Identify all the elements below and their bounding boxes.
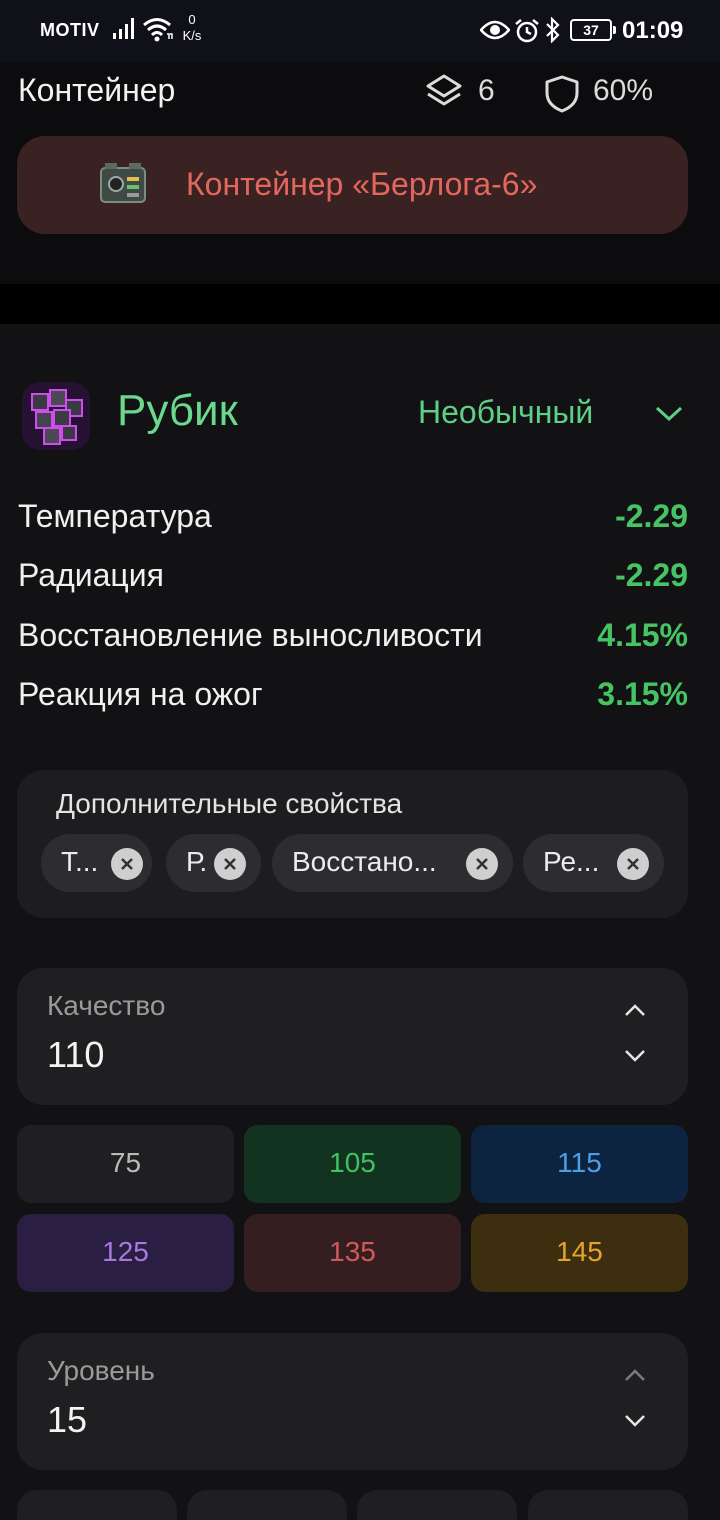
stat-value: 3.15% — [597, 676, 688, 712]
preset-label: 115 — [557, 1147, 602, 1178]
preset-label: 135 — [329, 1236, 376, 1267]
chip-label: Восстано... — [292, 846, 437, 877]
stat-name: Реакция на ожог — [18, 676, 263, 712]
stat-name: Радиация — [18, 557, 164, 593]
carrier-name: MOTIV — [40, 20, 100, 40]
close-icon[interactable] — [214, 848, 246, 880]
stat-row-burn-reaction: Реакция на ожог 3.15% — [18, 676, 688, 720]
preset-label: 125 — [102, 1236, 149, 1267]
stat-value: -2.29 — [615, 557, 688, 593]
stat-value: 4.15% — [597, 617, 688, 653]
section-divider — [0, 284, 720, 324]
quality-preset-button[interactable]: 75 — [17, 1125, 234, 1203]
container-name: Контейнер «Берлога-6» — [186, 166, 538, 202]
close-icon[interactable] — [111, 848, 143, 880]
page-title: Контейнер — [18, 72, 176, 108]
level-preset-button[interactable] — [357, 1490, 517, 1520]
property-chip[interactable]: Т... — [41, 834, 152, 892]
eye-icon — [479, 20, 511, 45]
level-preset-button[interactable] — [187, 1490, 347, 1520]
level-stepper[interactable]: Уровень 15 — [17, 1333, 688, 1470]
stat-name: Восстановление выносливости — [18, 617, 483, 653]
level-value[interactable]: 15 — [47, 1399, 87, 1441]
stat-row-stamina-regen: Восстановление выносливости 4.15% — [18, 617, 688, 661]
artifact-name: Рубик — [117, 386, 238, 435]
stat-row-radiation: Радиация -2.29 — [18, 557, 688, 601]
container-header: Контейнер 6 60% Контейнер «Берлога-6» — [0, 62, 720, 284]
net-speed-unit: K/s — [182, 28, 202, 43]
property-chip[interactable]: Р. — [166, 834, 261, 892]
status-bar: MOTIV 0 K/s 37 01:09 — [0, 0, 720, 62]
alarm-icon — [514, 18, 540, 49]
artifact-panel: Рубик Необычный Температура -2.29 Радиац… — [0, 324, 720, 1520]
chevron-down-icon[interactable] — [623, 1413, 647, 1434]
stat-row-temperature: Температура -2.29 — [18, 498, 688, 542]
container-thumbnail — [97, 160, 149, 213]
chevron-down-icon[interactable] — [654, 404, 684, 429]
level-preset-button[interactable] — [528, 1490, 688, 1520]
slots-count: 6 — [478, 74, 495, 107]
quality-preset-button[interactable]: 105 — [244, 1125, 461, 1203]
quality-value[interactable]: 110 — [47, 1034, 104, 1076]
rarity-dropdown[interactable]: Необычный — [418, 394, 593, 431]
battery-level: 37 — [583, 22, 599, 38]
container-selector[interactable]: Контейнер «Берлога-6» — [17, 136, 688, 234]
layers-icon — [424, 72, 464, 117]
signal-icon — [112, 16, 138, 45]
quality-preset-button[interactable]: 115 — [471, 1125, 688, 1203]
protection-value: 60% — [593, 74, 654, 107]
stat-name: Температура — [18, 498, 212, 534]
extra-properties-label: Дополнительные свойства — [56, 788, 403, 819]
preset-label: 75 — [109, 1147, 142, 1178]
level-label: Уровень — [47, 1355, 155, 1386]
quality-stepper[interactable]: Качество 110 — [17, 968, 688, 1105]
rubik-artifact-icon — [20, 380, 92, 457]
extra-properties-card: Дополнительные свойства Т... Р. Восстано… — [17, 770, 688, 918]
quality-preset-button[interactable]: 125 — [17, 1214, 234, 1292]
chip-label: Ре... — [543, 846, 600, 877]
preset-label: 105 — [329, 1147, 376, 1178]
property-chip[interactable]: Ре... — [523, 834, 664, 892]
property-chip[interactable]: Восстано... — [272, 834, 513, 892]
wifi-icon — [142, 16, 174, 47]
chevron-down-icon[interactable] — [623, 1048, 647, 1069]
clock: 01:09 — [622, 17, 684, 44]
close-icon[interactable] — [617, 848, 649, 880]
quality-preset-button[interactable]: 135 — [244, 1214, 461, 1292]
close-icon[interactable] — [466, 848, 498, 880]
quality-preset-button[interactable]: 145 — [471, 1214, 688, 1292]
preset-label: 145 — [556, 1236, 603, 1267]
chevron-up-icon[interactable] — [623, 1002, 647, 1023]
battery-icon: 37 — [570, 19, 616, 41]
chip-label: Р. — [186, 846, 208, 877]
net-speed-value: 0 — [188, 12, 196, 27]
chip-label: Т... — [61, 846, 99, 877]
chevron-up-icon[interactable] — [623, 1367, 647, 1388]
net-speed: 0 K/s — [178, 12, 206, 44]
quality-label: Качество — [47, 990, 166, 1021]
level-preset-button[interactable] — [17, 1490, 177, 1520]
shield-icon — [544, 74, 580, 119]
stat-value: -2.29 — [615, 498, 688, 534]
bluetooth-icon — [544, 16, 562, 48]
